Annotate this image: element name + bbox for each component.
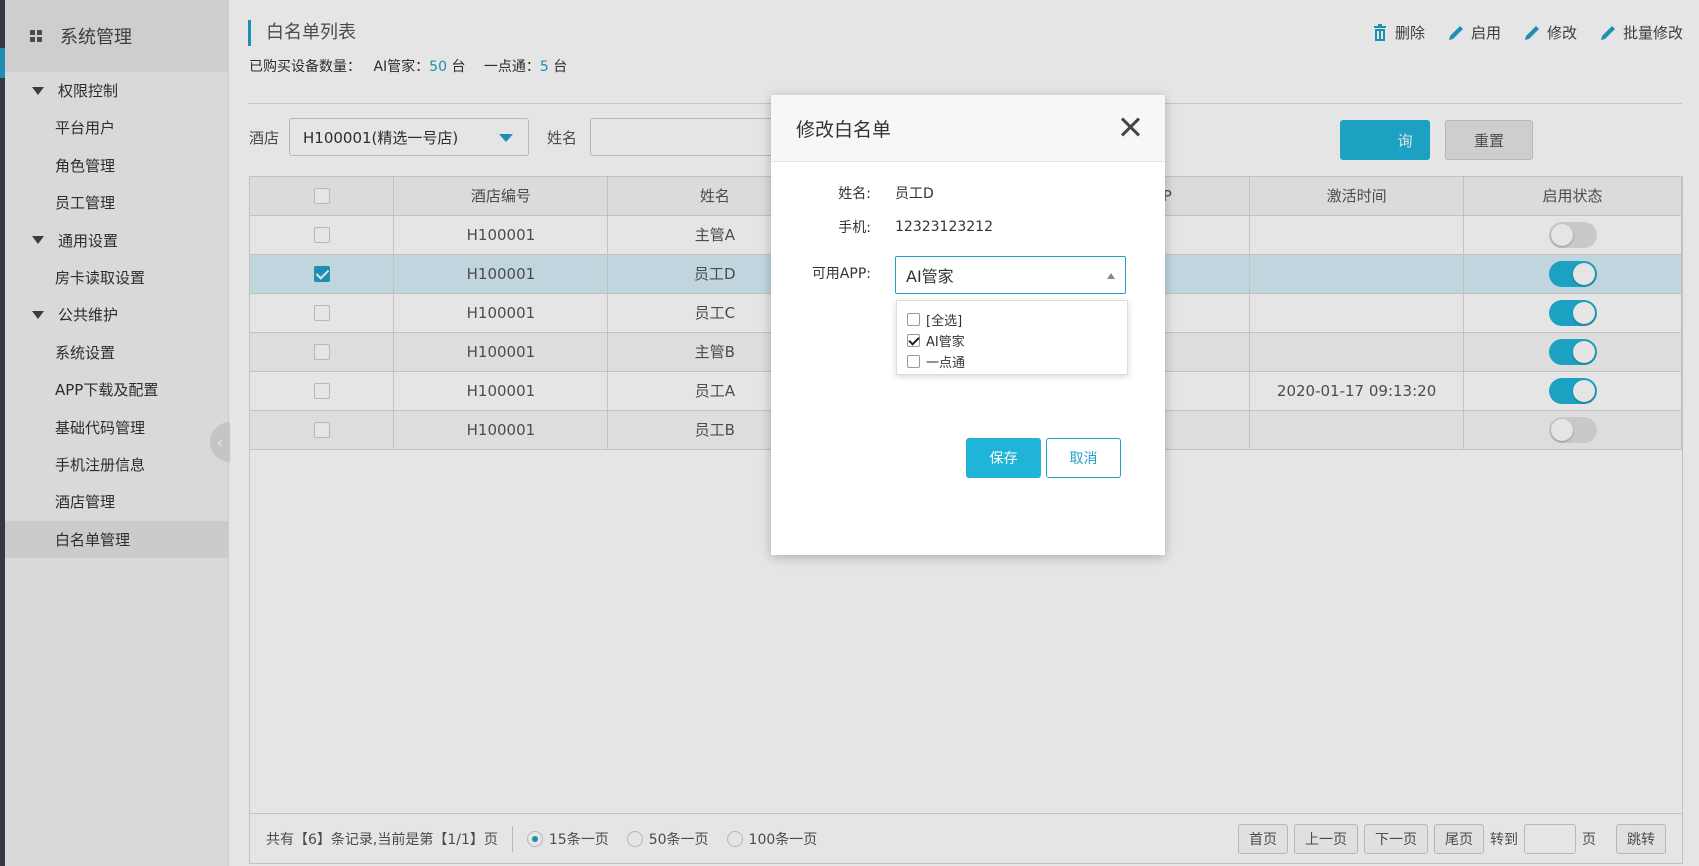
app-dropdown: [全选] AI管家 一点通 xyxy=(896,300,1128,375)
modal-header: 修改白名单 xyxy=(771,95,1165,162)
chevron-up-icon xyxy=(1107,273,1115,279)
option-ai-butler[interactable]: AI管家 xyxy=(907,330,1127,351)
app-field-label: 可用APP: xyxy=(811,266,871,282)
option-yidiantong[interactable]: 一点通 xyxy=(907,351,1127,372)
phone-field-value: 12323123212 xyxy=(895,219,993,235)
option-select-all[interactable]: [全选] xyxy=(907,309,1127,330)
save-button[interactable]: 保存 xyxy=(966,438,1041,478)
name-field-value: 员工D xyxy=(895,186,934,202)
phone-field-label: 手机: xyxy=(838,220,871,236)
close-icon[interactable] xyxy=(1119,115,1143,139)
cancel-button[interactable]: 取消 xyxy=(1046,438,1121,478)
edit-whitelist-modal: 修改白名单 姓名: 员工D 手机: 12323123212 可用APP: AI管… xyxy=(771,95,1165,555)
phone-row: 手机: 12323123212 xyxy=(771,217,993,237)
name-row: 姓名: 员工D xyxy=(771,183,934,203)
app-select[interactable]: AI管家 xyxy=(895,256,1126,294)
name-field-label: 姓名: xyxy=(838,186,871,202)
app-row: 可用APP: xyxy=(771,263,895,283)
modal-title: 修改白名单 xyxy=(796,118,892,141)
